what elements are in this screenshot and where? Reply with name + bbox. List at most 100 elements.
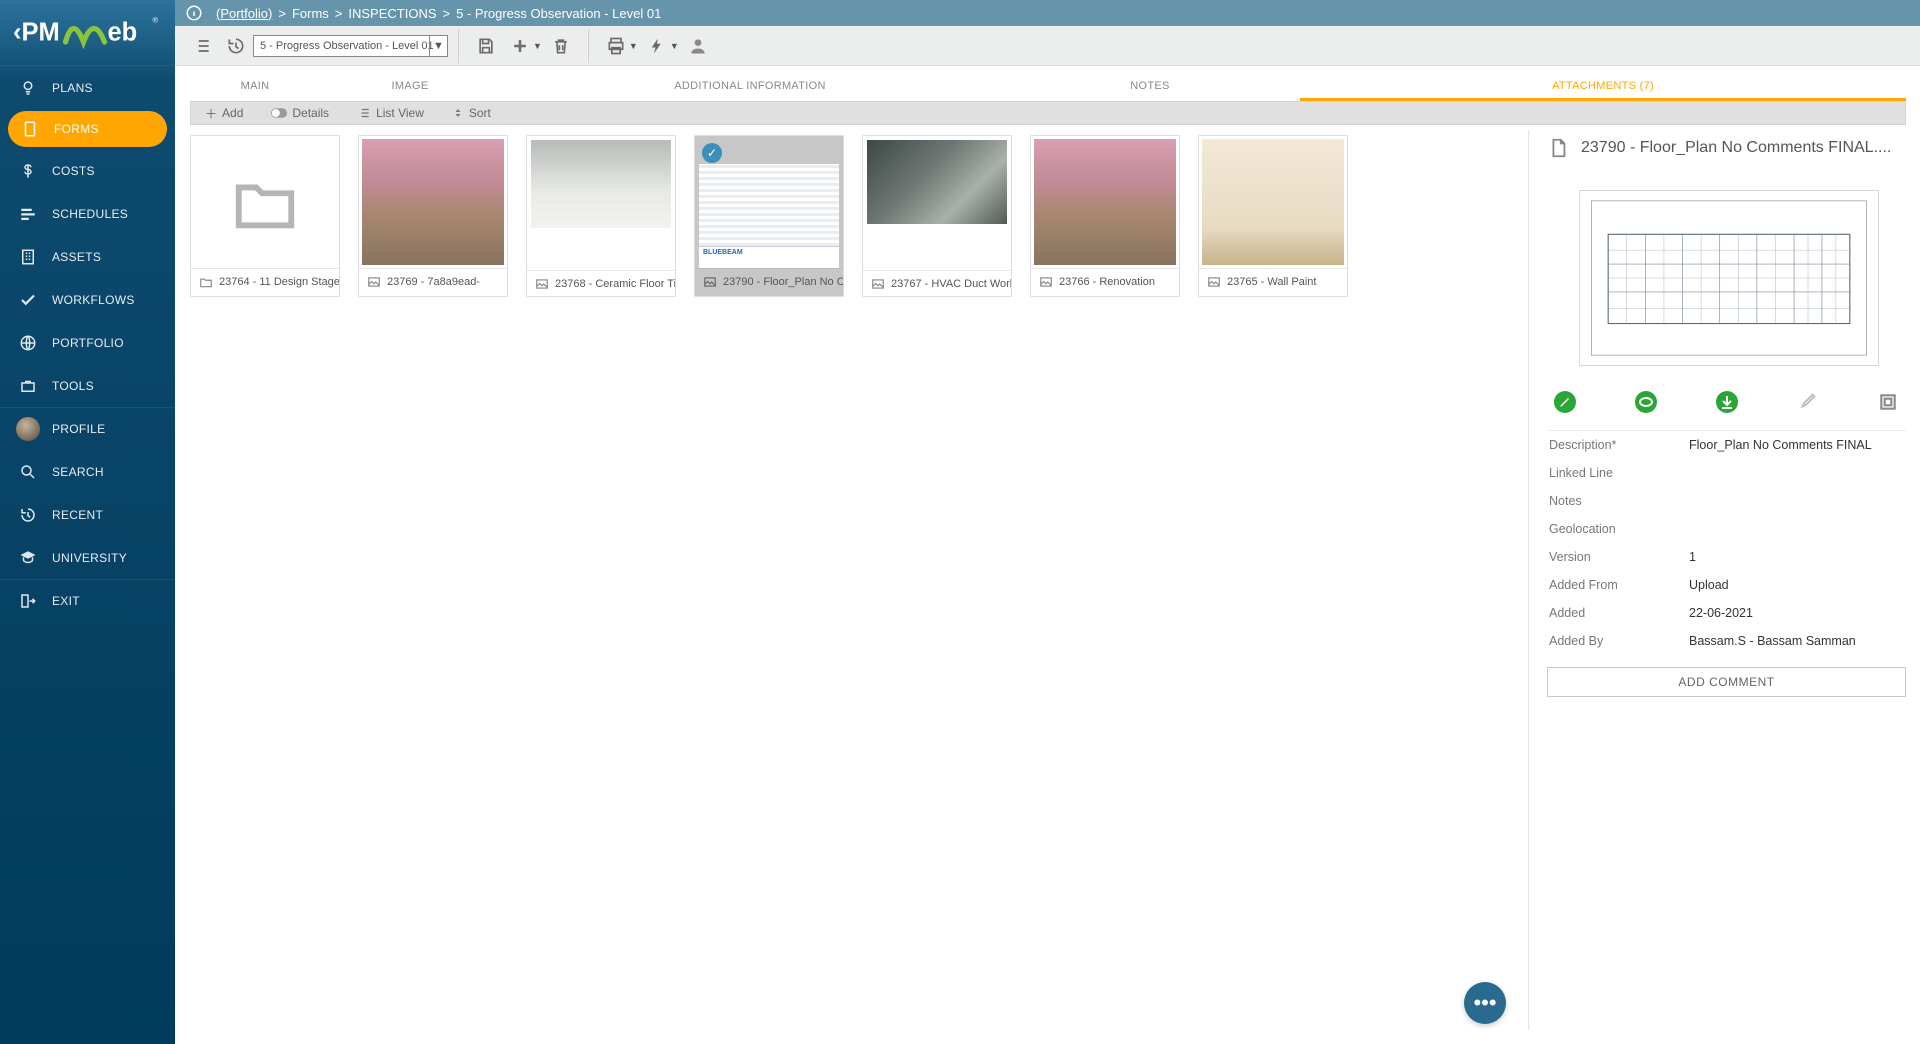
detail-preview[interactable] (1579, 190, 1879, 366)
sidebar-item-tools[interactable]: TOOLS (0, 364, 175, 407)
svg-text:®: ® (152, 15, 158, 24)
svg-text:eb: eb (107, 18, 137, 46)
attachment-label: 23767 - HVAC Duct Work (891, 271, 1011, 297)
plus-icon: ＋ (205, 105, 217, 122)
sidebar-item-profile[interactable]: PROFILE (0, 407, 175, 450)
breadcrumb-root[interactable]: (Portfolio) (216, 6, 272, 21)
detail-key: Version (1549, 550, 1689, 564)
download-button[interactable] (1713, 388, 1741, 416)
tab-attachments[interactable]: ATTACHMENTS (7) (1300, 71, 1906, 101)
attachment-card[interactable]: 23765 - Wall Paint (1198, 135, 1348, 297)
breadcrumb-a[interactable]: Forms (292, 6, 329, 21)
detail-key: Linked Line (1549, 466, 1689, 480)
detail-title-row: 23790 - Floor_Plan No Comments FINAL.... (1547, 130, 1906, 166)
sidebar-item-schedules[interactable]: SCHEDULES (0, 192, 175, 235)
bars-icon (16, 204, 40, 224)
breadcrumb-sep: > (278, 6, 286, 21)
tab-additional-information[interactable]: ADDITIONAL INFORMATION (500, 71, 1000, 101)
fab-more[interactable]: ••• (1464, 982, 1506, 1024)
image-thumb (1202, 139, 1344, 265)
image-thumb (531, 140, 671, 228)
detail-value: Upload (1689, 578, 1904, 592)
image-icon (1039, 275, 1053, 289)
briefcase-icon (16, 376, 40, 396)
image-thumb: BLUEBEAM (699, 164, 839, 268)
sidebar-item-university[interactable]: UNIVERSITY (0, 536, 175, 579)
detail-value: 22-06-2021 (1689, 606, 1904, 620)
toggle-icon (271, 108, 287, 118)
attachment-card[interactable]: 23766 - Renovation (1030, 135, 1180, 297)
floorplan-icon (1588, 199, 1870, 357)
image-thumb (362, 139, 504, 265)
sidebar-item-recent[interactable]: RECENT (0, 493, 175, 536)
brush-button[interactable] (1793, 388, 1821, 416)
details-toggle[interactable]: Details (257, 102, 343, 124)
bolt-icon[interactable] (640, 31, 674, 61)
print-icon[interactable] (599, 31, 633, 61)
detail-actions (1547, 384, 1906, 431)
breadcrumb-bar: (Portfolio) > Forms > INSPECTIONS > 5 - … (175, 0, 1920, 26)
chevron-down-icon[interactable]: ▼ (629, 41, 638, 51)
trash-icon[interactable] (544, 31, 578, 61)
sidebar-item-exit[interactable]: EXIT (0, 579, 175, 622)
attachment-card-selected[interactable]: ✓ BLUEBEAM 23790 - Floor_Plan No Com... (694, 135, 844, 297)
sidebar-label: SCHEDULES (52, 207, 128, 221)
tab-notes[interactable]: NOTES (1000, 71, 1300, 101)
sidebar-item-assets[interactable]: ASSETS (0, 235, 175, 278)
sidebar-item-portfolio[interactable]: PORTFOLIO (0, 321, 175, 364)
image-icon (703, 275, 717, 289)
sidebar-label: UNIVERSITY (52, 551, 127, 565)
sidebar-item-costs[interactable]: COSTS (0, 149, 175, 192)
pmweb-logo-icon: ‹PM eb ® (13, 15, 163, 51)
sidebar-label: PLANS (52, 81, 93, 95)
sidebar-label: PORTFOLIO (52, 336, 124, 350)
save-icon[interactable] (469, 31, 503, 61)
add-comment-button[interactable]: ADD COMMENT (1547, 667, 1906, 697)
detail-key: Notes (1549, 494, 1689, 508)
list-icon[interactable] (185, 31, 219, 61)
attachment-card[interactable]: 23768 - Ceramic Floor Tiling (526, 135, 676, 297)
attachment-label: 23790 - Floor_Plan No Com... (723, 269, 843, 295)
history-icon[interactable] (219, 31, 253, 61)
add-button[interactable]: ＋Add (191, 102, 257, 124)
sidebar-label: ASSETS (52, 250, 101, 264)
add-icon[interactable] (503, 31, 537, 61)
detail-title: 23790 - Floor_Plan No Comments FINAL.... (1581, 139, 1891, 157)
detail-value: 1 (1689, 550, 1904, 564)
edit-button[interactable] (1551, 388, 1579, 416)
sidebar-item-plans[interactable]: PLANS (0, 66, 175, 109)
sidebar-item-workflows[interactable]: WORKFLOWS (0, 278, 175, 321)
attachment-card[interactable]: 23767 - HVAC Duct Work (862, 135, 1012, 297)
chevron-down-icon[interactable]: ▼ (670, 41, 679, 51)
sort-button[interactable]: Sort (438, 102, 505, 124)
attachment-details-panel: 23790 - Floor_Plan No Comments FINAL.... (1528, 130, 1906, 1030)
search-icon (16, 462, 40, 482)
attachment-card[interactable]: 23764 - 11 Design Stage (190, 135, 340, 297)
tab-strip: MAIN IMAGE ADDITIONAL INFORMATION NOTES … (190, 71, 1906, 101)
detail-key: Description* (1549, 438, 1689, 452)
crop-button[interactable] (1874, 388, 1902, 416)
sidebar-label: EXIT (52, 594, 80, 608)
attachments-toolbar: ＋Add Details List View Sort (190, 101, 1906, 125)
record-selector[interactable]: 5 - Progress Observation - Level 01 ▼ (253, 35, 448, 57)
grad-cap-icon (16, 548, 40, 568)
detail-value: Bassam.S - Bassam Samman (1689, 634, 1904, 648)
info-icon[interactable] (185, 4, 203, 22)
view-button[interactable] (1632, 388, 1660, 416)
attachment-label: 23768 - Ceramic Floor Tiling (555, 271, 675, 297)
image-icon (1207, 275, 1221, 289)
listview-button[interactable]: List View (343, 102, 438, 124)
check-icon (16, 290, 40, 310)
chevron-down-icon[interactable]: ▼ (533, 41, 542, 51)
tab-main[interactable]: MAIN (190, 71, 320, 101)
image-icon (367, 275, 381, 289)
image-thumb (1034, 139, 1176, 265)
breadcrumb-sep: > (335, 6, 343, 21)
attachments-gallery: 23764 - 11 Design Stage 23769 - 7a8a9ead… (190, 135, 1530, 1030)
tab-image[interactable]: IMAGE (320, 71, 500, 101)
person-icon[interactable] (681, 31, 715, 61)
breadcrumb-b[interactable]: INSPECTIONS (348, 6, 436, 21)
attachment-card[interactable]: 23769 - 7a8a9ead- (358, 135, 508, 297)
sidebar-item-search[interactable]: SEARCH (0, 450, 175, 493)
sidebar-item-forms[interactable]: FORMS (8, 111, 167, 147)
